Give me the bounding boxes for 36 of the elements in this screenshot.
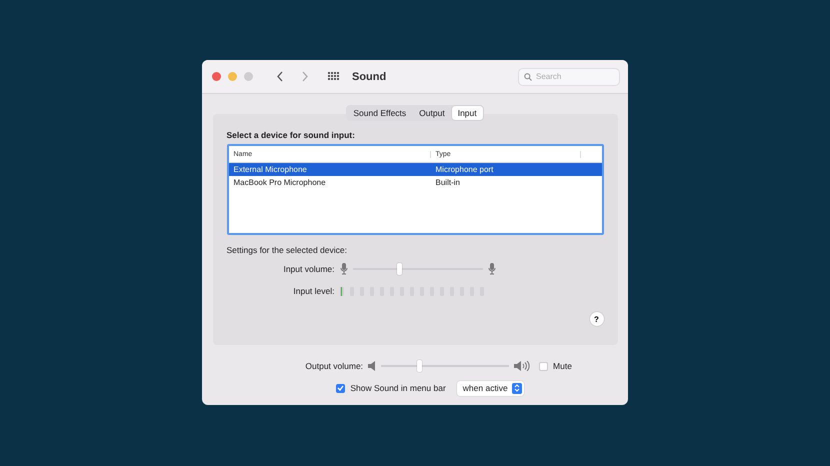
window-title: Sound [352, 70, 386, 82]
minimize-button[interactable] [228, 72, 237, 81]
grid-icon[interactable] [328, 72, 339, 81]
speaker-icon [368, 361, 376, 371]
zoom-button[interactable] [244, 72, 253, 81]
stepper-icon [512, 382, 522, 394]
speaker-loud-icon [514, 361, 530, 371]
search-icon [524, 72, 532, 80]
forward-icon[interactable] [301, 71, 309, 82]
microphone-icon [488, 263, 496, 275]
table-cell-text: External Microphone [232, 165, 308, 174]
menu-bar-label: Show Sound in menu bar [350, 383, 446, 393]
tab[interactable]: Output [413, 106, 451, 120]
microphone-icon [340, 263, 348, 275]
tab[interactable]: Sound Effects [347, 106, 412, 120]
section-heading: Settings for the selected device: [226, 245, 348, 255]
input-volume-label: Input volume: [282, 264, 334, 274]
search-field[interactable]: Search [518, 68, 620, 86]
table-cell-text: Built-in [434, 178, 461, 187]
mute-label: Mute [553, 361, 572, 371]
device-row[interactable]: MacBook Pro Microphone Built-in [228, 176, 602, 189]
section-heading: Select a device for sound input: [226, 130, 356, 140]
menu-bar-checkbox[interactable] [336, 384, 346, 392]
mute-checkbox[interactable] [539, 362, 548, 370]
input-level-label: Input level: [292, 286, 334, 296]
slider-thumb[interactable] [397, 263, 402, 275]
menu-bar-mode-dropdown[interactable]: when active [456, 380, 524, 396]
table-cell-text: Microphone port [434, 165, 494, 174]
table-cell-text: MacBook Pro Microphone [232, 178, 327, 187]
tab[interactable]: Input [452, 106, 483, 120]
slider-thumb[interactable] [417, 360, 422, 372]
back-icon[interactable] [276, 71, 284, 82]
device-row[interactable]: External Microphone Microphone port [228, 163, 602, 176]
help-button[interactable]: ? [590, 312, 604, 326]
close-button[interactable] [212, 72, 221, 81]
output-volume-label: Output volume: [304, 361, 364, 371]
